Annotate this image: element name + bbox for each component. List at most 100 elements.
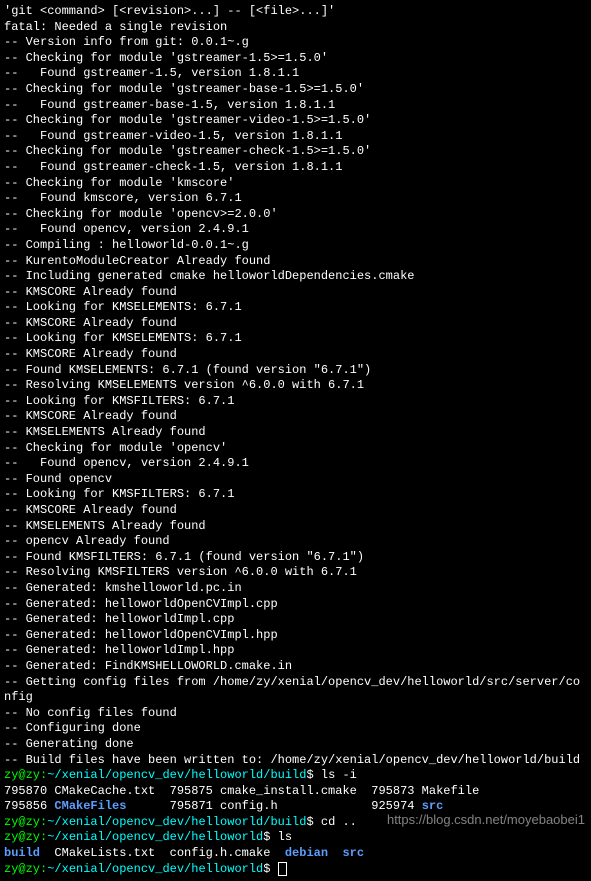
terminal-line: -- KMSCORE Already found [4,347,587,363]
terminal-segment: -- Version info from git: 0.0.1~.g [4,35,249,49]
terminal-segment: -- Generated: helloworldOpenCVImpl.cpp [4,597,278,611]
terminal-line: -- Checking for module 'opencv' [4,441,587,457]
terminal-segment: -- Found KMSFILTERS: 6.7.1 (found versio… [4,550,364,564]
terminal-segment: -- Found KMSELEMENTS: 6.7.1 (found versi… [4,363,371,377]
terminal-segment: -- KMSCORE Already found [4,503,177,517]
terminal-segment: -- Generated: helloworldImpl.hpp [4,643,234,657]
terminal-line: -- Checking for module 'kmscore' [4,176,587,192]
terminal-line: -- Found opencv, version 2.4.9.1 [4,222,587,238]
terminal-line: build CMakeLists.txt config.h.cmake debi… [4,846,587,862]
terminal-segment: -- Checking for module 'opencv' [4,441,227,455]
terminal-line: -- Found gstreamer-1.5, version 1.8.1.1 [4,66,587,82]
terminal-segment: -- Found opencv [4,472,112,486]
terminal-line: -- Generated: helloworldOpenCVImpl.hpp [4,628,587,644]
terminal-segment: -- Generated: helloworldImpl.cpp [4,612,234,626]
terminal-segment: -- Found gstreamer-base-1.5, version 1.8… [4,98,335,112]
cursor [278,862,287,876]
terminal-segment: -- KMSCORE Already found [4,316,177,330]
terminal-segment: CMakeFiles [54,799,126,813]
watermark-text: https://blog.csdn.net/moyebaobei1 [387,812,585,829]
terminal-segment: src [342,846,364,860]
terminal-line: -- Found KMSFILTERS: 6.7.1 (found versio… [4,550,587,566]
terminal-segment: -- Checking for module 'gstreamer-video-… [4,113,371,127]
terminal-segment: 795856 [4,799,54,813]
terminal-line: -- Found KMSELEMENTS: 6.7.1 (found versi… [4,363,587,379]
terminal-segment: -- Checking for module 'gstreamer-1.5>=1… [4,51,328,65]
terminal-line: 795870 CMakeCache.txt 795875 cmake_insta… [4,784,587,800]
terminal-line: zy@zy:~/xenial/opencv_dev/helloworld/bui… [4,768,587,784]
terminal-segment: $ ls [263,830,292,844]
terminal-segment: -- Checking for module 'gstreamer-base-1… [4,82,364,96]
terminal-line: -- Configuring done [4,721,587,737]
terminal-segment: -- KMSCORE Already found [4,409,177,423]
terminal-segment: CMakeLists.txt config.h.cmake [40,846,285,860]
terminal-segment: -- Found gstreamer-check-1.5, version 1.… [4,160,342,174]
terminal-output[interactable]: 'git <command> [<revision>...] -- [<file… [4,4,587,877]
terminal-segment: -- opencv Already found [4,534,170,548]
terminal-line: -- Looking for KMSFILTERS: 6.7.1 [4,487,587,503]
terminal-segment [328,846,342,860]
terminal-segment: -- Checking for module 'opencv>=2.0.0' [4,207,278,221]
terminal-line: -- Checking for module 'gstreamer-1.5>=1… [4,51,587,67]
terminal-line: zy@zy:~/xenial/opencv_dev/helloworld$ [4,862,587,878]
terminal-line: -- Checking for module 'gstreamer-check-… [4,144,587,160]
terminal-segment: zy@zy: [4,815,47,829]
terminal-line: -- Found opencv, version 2.4.9.1 [4,456,587,472]
terminal-segment: -- Getting config files from /home/zy/xe… [4,675,580,705]
terminal-line: -- Getting config files from /home/zy/xe… [4,675,587,706]
terminal-line: -- Generated: helloworldImpl.cpp [4,612,587,628]
terminal-segment: -- Found kmscore, version 6.7.1 [4,191,242,205]
terminal-segment: -- Looking for KMSELEMENTS: 6.7.1 [4,331,242,345]
terminal-line: -- Found gstreamer-base-1.5, version 1.8… [4,98,587,114]
terminal-segment: ~/xenial/opencv_dev/helloworld/build [47,815,306,829]
terminal-line: -- Generating done [4,737,587,753]
terminal-line: -- KMSELEMENTS Already found [4,425,587,441]
terminal-line: -- Generated: helloworldOpenCVImpl.cpp [4,597,587,613]
terminal-line: -- Looking for KMSELEMENTS: 6.7.1 [4,331,587,347]
terminal-segment: ~/xenial/opencv_dev/helloworld [47,830,263,844]
terminal-segment: -- Compiling : helloworld-0.0.1~.g [4,238,249,252]
terminal-segment: zy@zy: [4,768,47,782]
terminal-segment: -- Looking for KMSELEMENTS: 6.7.1 [4,300,242,314]
terminal-line: -- Build files have been written to: /ho… [4,753,587,769]
terminal-segment: $ cd .. [306,815,356,829]
terminal-line: -- Checking for module 'gstreamer-video-… [4,113,587,129]
terminal-segment: -- Checking for module 'gstreamer-check-… [4,144,371,158]
terminal-segment: -- Found opencv, version 2.4.9.1 [4,222,249,236]
terminal-line: -- Found opencv [4,472,587,488]
terminal-line: -- No config files found [4,706,587,722]
terminal-segment: -- Resolving KMSFILTERS version ^6.0.0 w… [4,565,357,579]
terminal-line: -- opencv Already found [4,534,587,550]
terminal-line: -- KurentoModuleCreator Already found [4,254,587,270]
terminal-segment: -- Found gstreamer-video-1.5, version 1.… [4,129,342,143]
terminal-line: -- KMSCORE Already found [4,409,587,425]
terminal-line: -- Resolving KMSFILTERS version ^6.0.0 w… [4,565,587,581]
terminal-segment: -- Looking for KMSFILTERS: 6.7.1 [4,487,234,501]
terminal-segment: -- Generating done [4,737,134,751]
terminal-line: -- Generated: kmshelloworld.pc.in [4,581,587,597]
terminal-segment: -- Found gstreamer-1.5, version 1.8.1.1 [4,66,299,80]
terminal-line: -- Found gstreamer-video-1.5, version 1.… [4,129,587,145]
terminal-line: -- Found kmscore, version 6.7.1 [4,191,587,207]
terminal-segment: 795870 CMakeCache.txt 795875 cmake_insta… [4,784,479,798]
terminal-segment: -- Generated: helloworldOpenCVImpl.hpp [4,628,278,642]
terminal-segment: -- KMSCORE Already found [4,285,177,299]
terminal-segment: -- KMSELEMENTS Already found [4,425,206,439]
terminal-segment: 'git <command> [<revision>...] -- [<file… [4,4,335,18]
terminal-segment: -- Configuring done [4,721,141,735]
terminal-line: -- KMSCORE Already found [4,503,587,519]
terminal-line: -- Looking for KMSELEMENTS: 6.7.1 [4,300,587,316]
terminal-segment: $ ls -i [306,768,356,782]
terminal-segment: -- KMSCORE Already found [4,347,177,361]
terminal-segment: 795871 config.h 925974 [126,799,421,813]
terminal-line: -- Compiling : helloworld-0.0.1~.g [4,238,587,254]
terminal-segment: -- KurentoModuleCreator Already found [4,254,270,268]
terminal-line: -- Checking for module 'gstreamer-base-1… [4,82,587,98]
terminal-line: -- Looking for KMSFILTERS: 6.7.1 [4,394,587,410]
terminal-segment: debian [285,846,328,860]
terminal-line: -- Found gstreamer-check-1.5, version 1.… [4,160,587,176]
terminal-line: -- KMSCORE Already found [4,285,587,301]
terminal-line: 'git <command> [<revision>...] -- [<file… [4,4,587,20]
terminal-segment: zy@zy: [4,830,47,844]
terminal-segment: -- Looking for KMSFILTERS: 6.7.1 [4,394,234,408]
